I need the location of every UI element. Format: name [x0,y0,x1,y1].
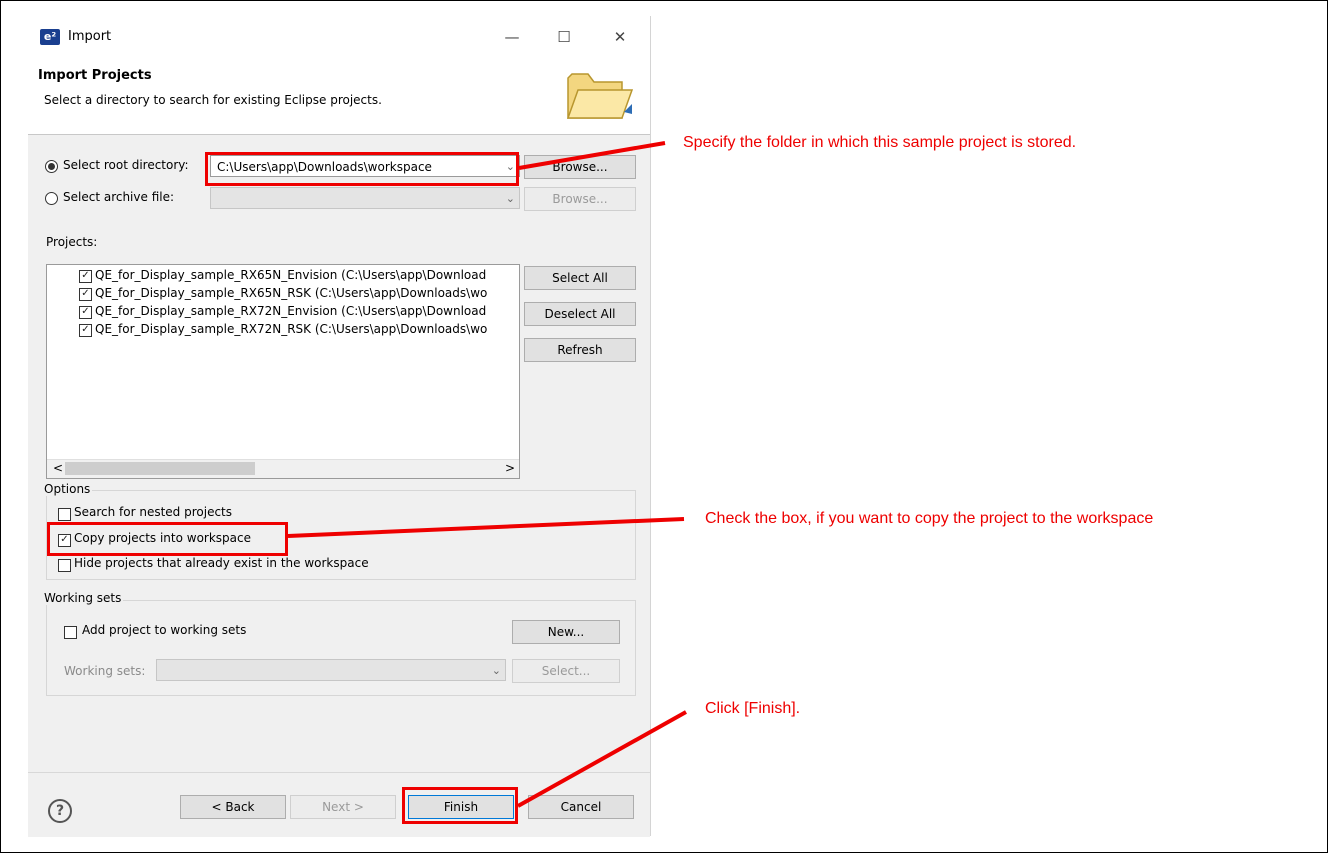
copy-callout: Check the box, if you want to copy the p… [705,510,1154,527]
folder-callout: Specify the folder in which this sample … [683,134,1077,151]
callout-lines [287,141,687,808]
finish-callout: Click [Finish]. [705,700,801,717]
